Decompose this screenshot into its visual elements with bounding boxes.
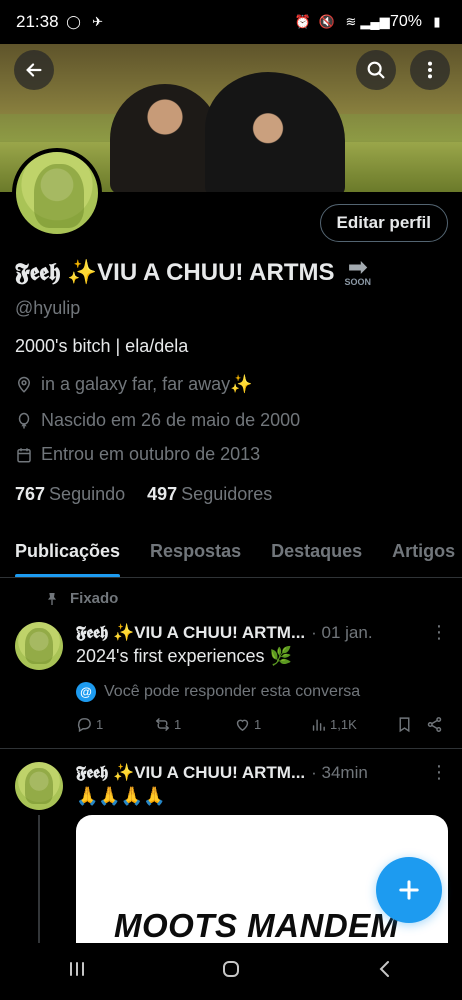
mute-icon: 🔇 bbox=[318, 14, 336, 29]
location-pin-icon bbox=[17, 376, 31, 393]
status-bar: 21:38 ◯ ✈ ⏰ 🔇 ≋ ▂▄▆ 70% ▮ bbox=[0, 0, 462, 44]
heart-icon bbox=[236, 719, 249, 732]
share-button[interactable] bbox=[426, 716, 443, 733]
arrow-right-icon: ➡ bbox=[347, 254, 368, 281]
location-text: in a galaxy far, far away✨ bbox=[41, 374, 253, 394]
signal-icon: ▂▄▆ bbox=[360, 14, 390, 29]
post-more-icon[interactable]: ⋮ bbox=[430, 762, 448, 783]
back-nav-button[interactable] bbox=[373, 957, 397, 986]
location-row: in a galaxy far, far away✨ bbox=[15, 374, 253, 395]
follow-stats: 767 Seguindo 497 Seguidores bbox=[15, 484, 272, 505]
repost-icon bbox=[155, 718, 170, 731]
calendar-icon bbox=[17, 447, 31, 462]
plus-icon bbox=[399, 880, 419, 900]
back-button[interactable] bbox=[14, 50, 54, 90]
thread-line bbox=[38, 815, 40, 945]
home-button[interactable] bbox=[219, 957, 243, 986]
arrow-left-icon bbox=[26, 63, 42, 77]
post-more-icon[interactable]: ⋮ bbox=[430, 622, 448, 643]
balloon-icon bbox=[18, 412, 30, 428]
whatsapp-icon: ◯ bbox=[66, 14, 81, 29]
profile-avatar[interactable] bbox=[12, 148, 102, 238]
coming-soon-badge: ➡ SOON bbox=[344, 254, 372, 287]
repost-button[interactable]: 1 bbox=[154, 716, 234, 733]
pinned-indicator: Fixado bbox=[44, 590, 118, 607]
reply-icon bbox=[77, 718, 91, 733]
reply-button[interactable]: 1 bbox=[76, 716, 154, 733]
bookmark-icon bbox=[399, 717, 410, 733]
profile-handle: @hyulip bbox=[15, 298, 81, 318]
like-button[interactable]: 1 bbox=[234, 716, 310, 733]
followers-count: 497 bbox=[147, 484, 178, 504]
tab-publicacoes[interactable]: Publicações bbox=[0, 524, 135, 577]
profile-tabs: Publicações Respostas Destaques Artigos bbox=[0, 524, 462, 578]
share-icon bbox=[427, 717, 442, 732]
birthday-text: Nascido em 26 de maio de 2000 bbox=[41, 410, 301, 430]
post-text: 🙏🙏🙏🙏 bbox=[76, 786, 166, 806]
post-avatar[interactable] bbox=[15, 762, 63, 810]
wifi-icon: ≋ bbox=[345, 14, 357, 29]
pin-icon bbox=[48, 592, 56, 605]
post-actions: 1 1 1 1,1K bbox=[76, 716, 448, 733]
views-count: 1,1K bbox=[330, 717, 357, 732]
post-time[interactable]: · 34min bbox=[311, 763, 368, 783]
post-time[interactable]: · 01 jan. bbox=[311, 623, 372, 643]
tab-respostas[interactable]: Respostas bbox=[135, 524, 256, 577]
post-header: 𝕱𝖊𝖊𝖍 ✨VIU A CHUU! ARTM... · 01 jan. ⋮ bbox=[76, 622, 448, 643]
chevron-left-icon bbox=[379, 961, 389, 977]
soon-label: SOON bbox=[344, 277, 372, 287]
system-nav-bar bbox=[0, 943, 462, 1000]
following-count: 767 bbox=[15, 484, 46, 504]
pinned-label: Fixado bbox=[70, 590, 119, 607]
profile-bio: 2000's bitch | ela/dela bbox=[15, 336, 189, 356]
reply-permission-note: @ Você pode responder esta conversa bbox=[76, 682, 360, 702]
recent-apps-icon bbox=[70, 962, 84, 976]
compose-button[interactable] bbox=[376, 857, 442, 923]
followers-link[interactable]: 497 Seguidores bbox=[147, 484, 272, 505]
at-mention-icon: @ bbox=[76, 682, 96, 702]
display-name-text: 𝕱𝖊𝖊𝖍 ✨VIU A CHUU! ARTMS bbox=[15, 259, 335, 286]
reply-note-text: Você pode responder esta conversa bbox=[104, 683, 361, 700]
post-header: 𝕱𝖊𝖊𝖍 ✨VIU A CHUU! ARTM... · 34min ⋮ bbox=[76, 762, 448, 783]
repost-count: 1 bbox=[174, 717, 182, 732]
bookmark-button[interactable] bbox=[396, 716, 426, 733]
more-options-button[interactable] bbox=[410, 50, 450, 90]
display-name: 𝕱𝖊𝖊𝖍 ✨VIU A CHUU! ARTMS ➡ SOON bbox=[15, 254, 372, 287]
media-caption: MOOTS MANDEM bbox=[114, 907, 399, 944]
joined-row: Entrou em outubro de 2013 bbox=[15, 444, 260, 465]
home-icon bbox=[223, 961, 239, 977]
tab-destaques[interactable]: Destaques bbox=[256, 524, 377, 577]
search-button[interactable] bbox=[356, 50, 396, 90]
following-label: Seguindo bbox=[49, 484, 126, 504]
post-text: 2024's first experiences 🌿 bbox=[76, 646, 292, 666]
battery-icon: ▮ bbox=[433, 14, 441, 29]
post-avatar[interactable] bbox=[15, 622, 63, 670]
joined-text: Entrou em outubro de 2013 bbox=[41, 444, 261, 464]
views-button[interactable]: 1,1K bbox=[310, 716, 396, 733]
post-divider bbox=[0, 748, 462, 749]
battery-percentage: 70% bbox=[389, 13, 422, 30]
tab-artigos[interactable]: Artigos bbox=[377, 524, 462, 577]
recent-apps-button[interactable] bbox=[65, 957, 89, 986]
alarm-icon: ⏰ bbox=[294, 14, 312, 29]
following-link[interactable]: 767 Seguindo bbox=[15, 484, 125, 505]
views-chart-icon bbox=[312, 719, 325, 731]
birthday-row: Nascido em 26 de maio de 2000 bbox=[15, 410, 300, 431]
search-icon bbox=[367, 61, 385, 79]
notification-icon: ✈ bbox=[92, 14, 103, 29]
more-vertical-icon bbox=[427, 61, 433, 79]
reply-count: 1 bbox=[96, 717, 104, 732]
status-time: 21:38 bbox=[16, 12, 59, 31]
post-author[interactable]: 𝕱𝖊𝖊𝖍 ✨VIU A CHUU! ARTM... bbox=[76, 763, 305, 783]
post-author[interactable]: 𝕱𝖊𝖊𝖍 ✨VIU A CHUU! ARTM... bbox=[76, 623, 305, 643]
edit-profile-button[interactable]: Editar perfil bbox=[319, 204, 448, 242]
like-count: 1 bbox=[254, 717, 262, 732]
followers-label: Seguidores bbox=[181, 484, 273, 504]
